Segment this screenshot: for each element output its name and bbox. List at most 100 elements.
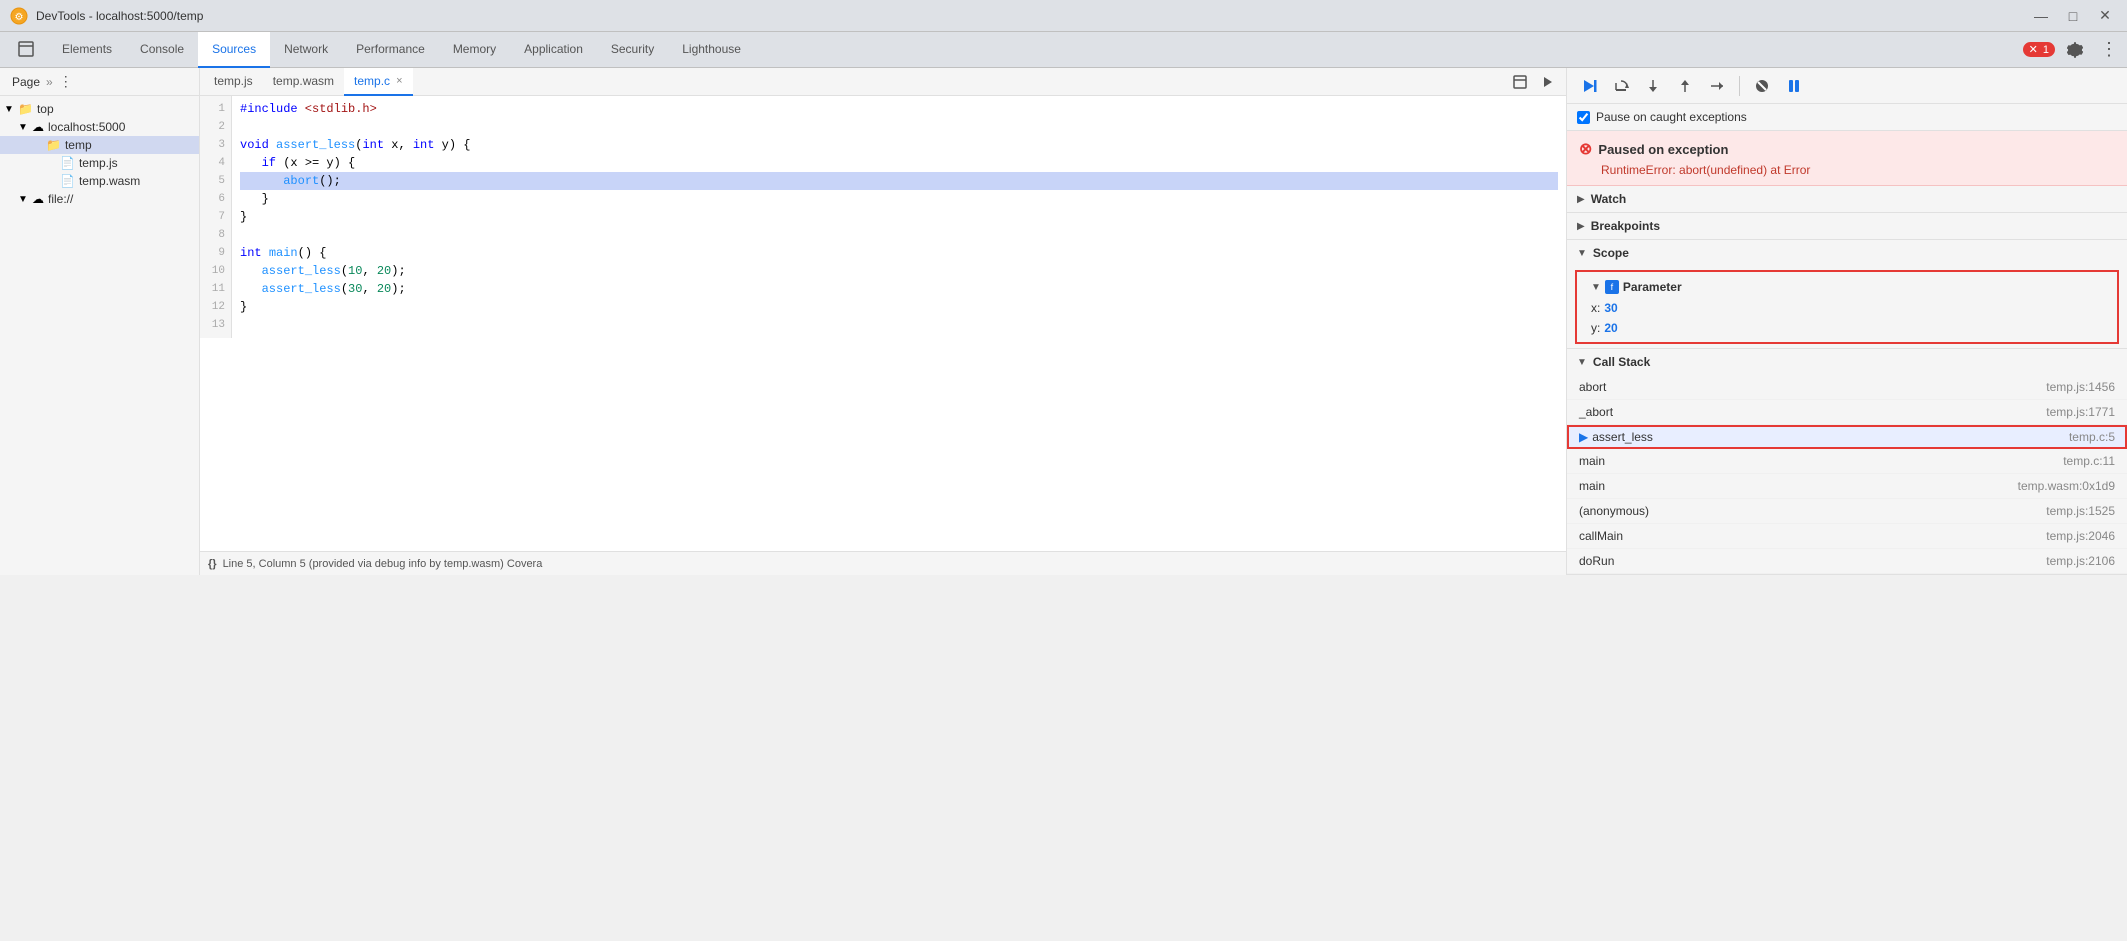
debugger-panel: Pause on caught exceptions ⊗ Paused on e… — [1567, 68, 2127, 575]
code-line: } — [240, 190, 1558, 208]
line-number: 2 — [200, 118, 231, 136]
scope-y-value: 20 — [1604, 321, 1617, 335]
callstack-fn-name: (anonymous) — [1579, 504, 1649, 518]
editor-tab-tempwasm[interactable]: temp.wasm — [263, 68, 344, 96]
editor-tab-list: temp.jstemp.wasmtemp.c× — [204, 68, 413, 96]
line-number: 11 — [200, 280, 231, 298]
code-content: #include <stdlib.h> void assert_less(int… — [232, 96, 1566, 338]
window-controls: — □ ✕ — [2029, 4, 2117, 28]
code-line — [240, 118, 1558, 136]
callstack-entry[interactable]: maintemp.c:11 — [1567, 449, 2127, 474]
tree-item-top[interactable]: ▼📁top — [0, 100, 199, 118]
tree-item-temp.wasm[interactable]: 📄temp.wasm — [0, 172, 199, 190]
deactivate-breakpoints-button[interactable] — [1748, 72, 1776, 100]
breakpoints-section-header[interactable]: ▶ Breakpoints — [1567, 213, 2127, 239]
scope-arrow-icon: ▼ — [1577, 248, 1587, 259]
devtools-tab-sources[interactable]: Sources — [198, 32, 270, 68]
tree-item-label: temp.wasm — [79, 174, 140, 188]
toolbar-separator-1 — [1739, 76, 1740, 96]
callstack-location: temp.js:2046 — [2046, 529, 2115, 543]
devtools-tab-performance[interactable]: Performance — [342, 32, 439, 68]
code-line: assert_less(30, 20); — [240, 280, 1558, 298]
editor-tab-tempc[interactable]: temp.c× — [344, 68, 412, 96]
callstack-entry[interactable]: doRuntemp.js:2106 — [1567, 549, 2127, 574]
tree-item-file//[interactable]: ▼☁file:// — [0, 190, 199, 208]
callstack-entry[interactable]: ▶assert_lesstemp.c:5 — [1567, 425, 2127, 449]
minimize-button[interactable]: — — [2029, 4, 2053, 28]
run-snippet-icon[interactable] — [1534, 68, 1562, 96]
app-icon: ⚙ — [10, 7, 28, 25]
devtools-tab-application[interactable]: Application — [510, 32, 597, 68]
devtools-tab-security[interactable]: Security — [597, 32, 668, 68]
devtools-tab-actions: ✕ 1 ⋮ — [2023, 36, 2123, 64]
close-button[interactable]: ✕ — [2093, 4, 2117, 28]
callstack-list: aborttemp.js:1456_aborttemp.js:1771▶asse… — [1567, 375, 2127, 574]
devtools-tab-lighthouse[interactable]: Lighthouse — [668, 32, 755, 68]
line-number: 6 — [200, 190, 231, 208]
watch-arrow-icon: ▶ — [1577, 194, 1585, 205]
code-editor[interactable]: 12345678910111213 #include <stdlib.h> vo… — [200, 96, 1566, 551]
maximize-button[interactable]: □ — [2061, 4, 2085, 28]
pause-exceptions-label: Pause on caught exceptions — [1596, 110, 1747, 124]
callstack-entry[interactable]: (anonymous) temp.js:1525 — [1567, 499, 2127, 524]
title-bar: ⚙ DevTools - localhost:5000/temp — □ ✕ — [0, 0, 2127, 32]
step-button[interactable] — [1703, 72, 1731, 100]
param-arrow-icon: ▼ — [1591, 282, 1601, 293]
exception-icon: ⊗ — [1579, 139, 1592, 159]
tree-file-icon: ☁ — [32, 120, 44, 134]
callstack-entry[interactable]: maintemp.wasm:0x1d9 — [1567, 474, 2127, 499]
tree-item-temp.js[interactable]: 📄temp.js — [0, 154, 199, 172]
step-over-button[interactable] — [1607, 72, 1635, 100]
more-options-button[interactable]: ⋮ — [2095, 36, 2123, 64]
callstack-entry[interactable]: callMaintemp.js:2046 — [1567, 524, 2127, 549]
line-number: 12 — [200, 298, 231, 316]
tab-toggle-icon[interactable] — [4, 32, 48, 68]
editor-tab-tempjs[interactable]: temp.js — [204, 68, 263, 96]
error-icon: ✕ — [2029, 44, 2038, 56]
step-out-button[interactable] — [1671, 72, 1699, 100]
tree-item-temp[interactable]: 📁 temp — [0, 136, 199, 154]
callstack-location: temp.js:1525 — [2046, 504, 2115, 518]
devtools-tab-console[interactable]: Console — [126, 32, 198, 68]
settings-button[interactable] — [2061, 36, 2089, 64]
scope-x-value: 30 — [1604, 301, 1617, 315]
callstack-entry[interactable]: _aborttemp.js:1771 — [1567, 400, 2127, 425]
tree-arrow-icon: ▼ — [18, 122, 32, 133]
pause-exceptions-section: Pause on caught exceptions — [1567, 104, 2127, 131]
sidebar-more-button[interactable]: ⋮ — [57, 73, 75, 91]
close-tab-icon[interactable]: × — [396, 75, 402, 87]
code-line: assert_less(10, 20); — [240, 262, 1558, 280]
exception-title: ⊗ Paused on exception — [1579, 139, 2115, 159]
callstack-section-header[interactable]: ▼ Call Stack — [1567, 349, 2127, 375]
line-number: 4 — [200, 154, 231, 172]
callstack-fn-name: main — [1579, 479, 1605, 493]
callstack-entry[interactable]: aborttemp.js:1456 — [1567, 375, 2127, 400]
tree-item-label: top — [37, 102, 54, 116]
callstack-location: temp.c:5 — [2069, 430, 2115, 444]
param-type-icon: f — [1605, 280, 1619, 294]
devtools-tab-elements[interactable]: Elements — [48, 32, 126, 68]
scope-section-header[interactable]: ▼ Scope — [1567, 240, 2127, 266]
code-line: abort(); — [240, 172, 1558, 190]
breakpoints-label: Breakpoints — [1591, 219, 1660, 233]
pause-button[interactable] — [1780, 72, 1808, 100]
format-button[interactable]: {} — [208, 558, 217, 570]
page-tab[interactable]: Page — [6, 73, 46, 91]
step-into-button[interactable] — [1639, 72, 1667, 100]
editor-toggle-icon[interactable] — [1506, 68, 1534, 96]
tree-item-label: temp — [65, 138, 92, 152]
watch-section-header[interactable]: ▶ Watch — [1567, 186, 2127, 212]
scope-parameter-row: ▼ f Parameter — [1581, 276, 2113, 298]
editor-tab-bar: temp.jstemp.wasmtemp.c× — [200, 68, 1566, 96]
devtools-tab-memory[interactable]: Memory — [439, 32, 510, 68]
resume-button[interactable] — [1575, 72, 1603, 100]
scope-y-key: y: — [1591, 321, 1600, 335]
tree-item-localhost5000[interactable]: ▼☁localhost:5000 — [0, 118, 199, 136]
exception-banner: ⊗ Paused on exception RuntimeError: abor… — [1567, 131, 2127, 186]
callstack-fn-name: main — [1579, 454, 1605, 468]
watch-section: ▶ Watch — [1567, 186, 2127, 213]
pause-exceptions-checkbox[interactable] — [1577, 111, 1590, 124]
devtools-tab-network[interactable]: Network — [270, 32, 342, 68]
tree-file-icon: 📁 — [46, 138, 61, 152]
line-number: 3 — [200, 136, 231, 154]
